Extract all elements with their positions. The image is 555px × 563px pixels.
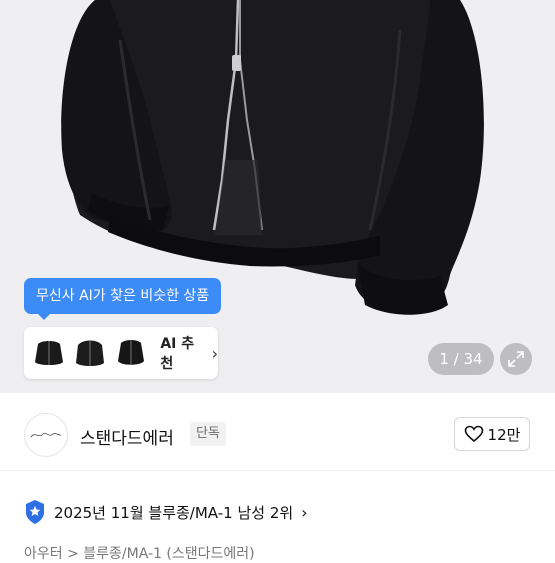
brand-name[interactable]: 스탠다드에러 xyxy=(80,424,174,449)
image-pager: 1 / 34 xyxy=(428,343,494,375)
ai-recommend-tooltip-text: 무신사 AI가 찾은 비슷한 상품 xyxy=(36,288,210,304)
exclusive-badge: 단독 xyxy=(190,422,226,446)
ranking-text: 2025년 11월 블루종/MA-1 남성 2위 xyxy=(54,503,294,522)
divider xyxy=(0,470,555,471)
similar-product-thumbnail[interactable] xyxy=(71,333,110,373)
ai-recommend-card[interactable]: AI 추천 › xyxy=(24,327,218,379)
chevron-right-icon: › xyxy=(301,502,308,522)
ai-recommend-tooltip: 무신사 AI가 찾은 비슷한 상품 xyxy=(24,278,222,320)
ranking-link[interactable]: 2025년 11월 블루종/MA-1 남성 2위 › xyxy=(24,498,308,526)
ai-recommend-label: AI 추천 xyxy=(160,336,195,372)
like-count: 12만 xyxy=(487,425,521,444)
like-button[interactable]: 12만 xyxy=(454,417,530,451)
category-breadcrumb[interactable]: 아우터 > 블루종/MA-1 (스탠다드에러) xyxy=(24,543,255,563)
brand-row: 스탠다드에러 단독 12만 xyxy=(0,405,555,465)
brand-logo[interactable] xyxy=(24,413,68,457)
similar-product-thumbnail[interactable] xyxy=(112,333,151,373)
similar-product-thumbnail[interactable] xyxy=(30,333,69,373)
product-image-gallery[interactable]: 무신사 AI가 찾은 비슷한 상품 AI 추천 › 1 / 34 xyxy=(0,0,555,393)
chevron-right-icon: › xyxy=(211,343,219,363)
heart-icon xyxy=(464,425,483,443)
expand-icon[interactable] xyxy=(500,343,532,375)
rank-badge-icon xyxy=(26,500,44,524)
